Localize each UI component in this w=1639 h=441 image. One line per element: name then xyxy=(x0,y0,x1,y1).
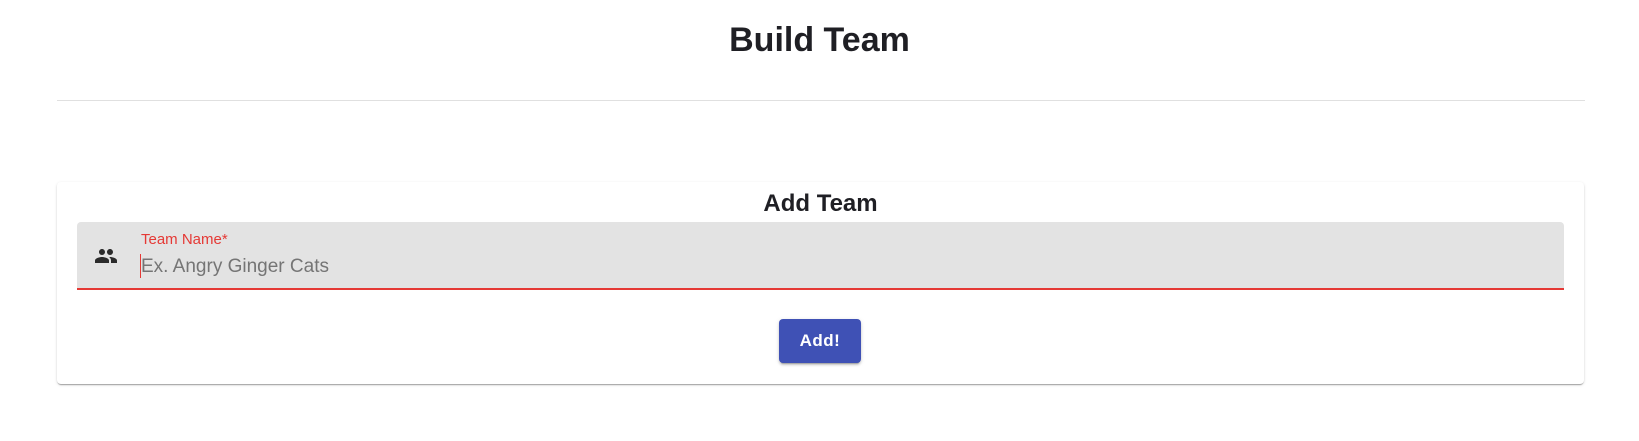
add-team-card: Add Team Team Name* Add! xyxy=(57,182,1584,384)
page: Build Team Add Team Team Name* Add! xyxy=(0,0,1639,441)
page-title: Build Team xyxy=(729,21,910,59)
team-name-field[interactable]: Team Name* xyxy=(77,222,1564,290)
group-icon xyxy=(91,244,121,268)
team-name-input[interactable] xyxy=(141,253,1541,281)
add-button[interactable]: Add! xyxy=(779,319,861,363)
team-name-label: Team Name* xyxy=(141,231,228,248)
card-title: Add Team xyxy=(763,190,878,217)
title-divider xyxy=(57,100,1585,101)
